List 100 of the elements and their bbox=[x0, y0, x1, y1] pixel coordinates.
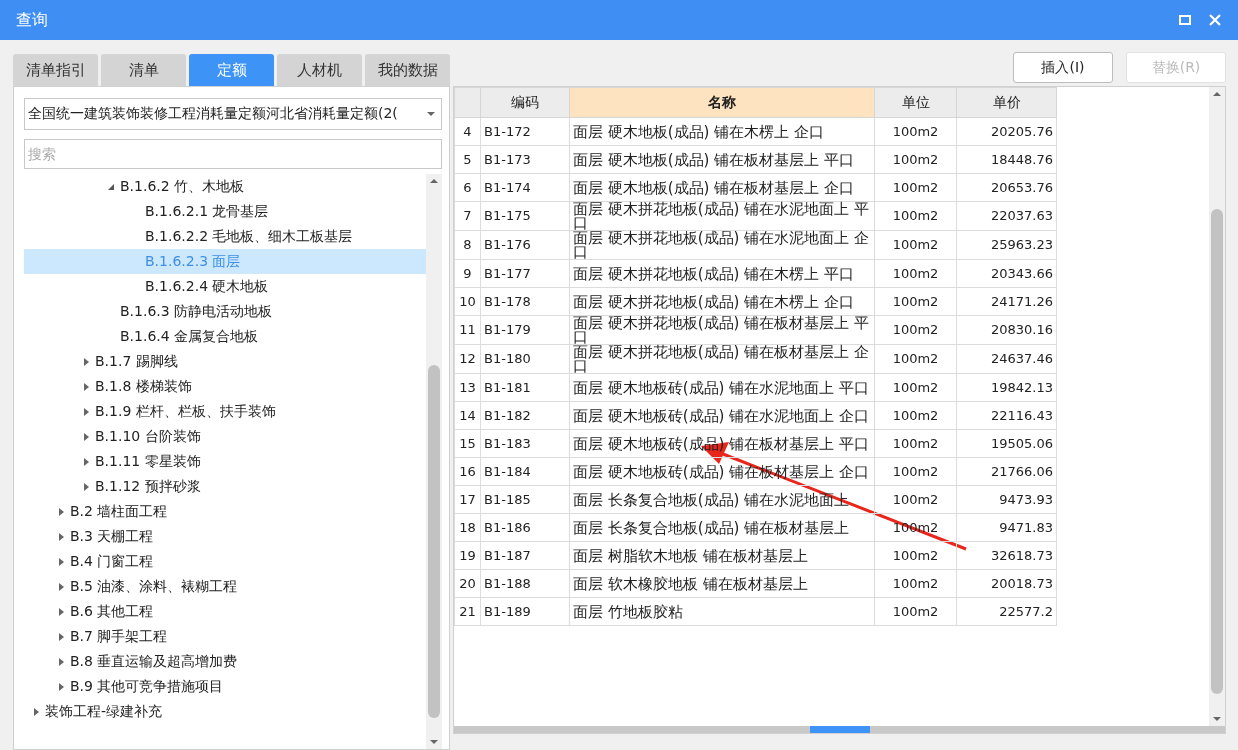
code-cell: B1-177 bbox=[480, 259, 570, 288]
price-cell: 22037.63 bbox=[956, 201, 1057, 231]
code-cell: B1-172 bbox=[480, 117, 570, 146]
expand-icon bbox=[82, 457, 90, 466]
code-cell: B1-186 bbox=[480, 513, 570, 542]
expand-icon bbox=[82, 407, 90, 416]
price-cell: 20018.73 bbox=[956, 569, 1057, 598]
unit-cell: 100m2 bbox=[874, 597, 957, 626]
code-cell: B1-173 bbox=[480, 145, 570, 174]
tree-item[interactable]: B.9 其他可竞争措施项目 bbox=[24, 674, 426, 699]
row-number: 18 bbox=[454, 513, 481, 542]
row-number: 4 bbox=[454, 117, 481, 146]
row-number: 8 bbox=[454, 230, 481, 260]
tree-item[interactable]: B.1.6.2.1 龙骨基层 bbox=[24, 199, 426, 224]
tab[interactable]: 人材机 bbox=[277, 54, 362, 86]
tree-item[interactable]: 装饰工程-绿建补充 bbox=[24, 699, 426, 724]
price-cell: 20205.76 bbox=[956, 117, 1057, 146]
expand-icon bbox=[82, 432, 90, 441]
name-cell: 面层 硬木拼花地板(成品) 铺在水泥地面上 平口 bbox=[569, 201, 875, 231]
price-cell: 20653.76 bbox=[956, 173, 1057, 202]
price-cell: 32618.73 bbox=[956, 541, 1057, 570]
tree-item[interactable]: B.3 天棚工程 bbox=[24, 524, 426, 549]
tree-item[interactable]: B.1.6.2.4 硬木地板 bbox=[24, 274, 426, 299]
row-number: 5 bbox=[454, 145, 481, 174]
code-cell: B1-175 bbox=[480, 201, 570, 231]
expand-icon bbox=[82, 357, 90, 366]
search-field[interactable]: 搜索 bbox=[24, 139, 442, 169]
scroll-down-icon bbox=[1213, 715, 1221, 723]
name-cell: 面层 软木橡胶地板 铺在板材基层上 bbox=[569, 569, 875, 598]
unit-cell: 100m2 bbox=[874, 201, 957, 231]
row-number: 10 bbox=[454, 287, 481, 316]
column-header[interactable]: 编码 bbox=[480, 87, 570, 118]
row-number: 17 bbox=[454, 485, 481, 514]
scroll-up-icon bbox=[430, 177, 438, 185]
unit-cell: 100m2 bbox=[874, 401, 957, 430]
code-cell: B1-181 bbox=[480, 373, 570, 402]
name-cell: 面层 长条复合地板(成品) 铺在板材基层上 bbox=[569, 513, 875, 542]
scroll-up-icon bbox=[1213, 90, 1221, 98]
row-number: 11 bbox=[454, 315, 481, 345]
unit-cell: 100m2 bbox=[874, 569, 957, 598]
tree-item[interactable]: B.1.10 台阶装饰 bbox=[24, 424, 426, 449]
price-cell: 25963.23 bbox=[956, 230, 1057, 260]
tree-item[interactable]: B.1.11 零星装饰 bbox=[24, 449, 426, 474]
scroll-down-icon bbox=[430, 738, 438, 746]
tree-item[interactable]: B.1.9 栏杆、栏板、扶手装饰 bbox=[24, 399, 426, 424]
row-number: 19 bbox=[454, 541, 481, 570]
row-number: 15 bbox=[454, 429, 481, 458]
unit-cell: 100m2 bbox=[874, 259, 957, 288]
tree-item[interactable]: B.6 其他工程 bbox=[24, 599, 426, 624]
expand-icon bbox=[82, 482, 90, 491]
price-cell: 22116.43 bbox=[956, 401, 1057, 430]
row-number: 7 bbox=[454, 201, 481, 231]
expand-icon bbox=[57, 657, 65, 666]
unit-cell: 100m2 bbox=[874, 485, 957, 514]
column-header[interactable]: 单位 bbox=[874, 87, 957, 118]
unit-cell: 100m2 bbox=[874, 230, 957, 260]
tree-item[interactable]: B.8 垂直运输及超高增加费 bbox=[24, 649, 426, 674]
tree-item[interactable]: B.5 油漆、涂料、裱糊工程 bbox=[24, 574, 426, 599]
unit-cell: 100m2 bbox=[874, 287, 957, 316]
expand-icon bbox=[57, 632, 65, 641]
expand-icon bbox=[57, 582, 65, 591]
tree-item[interactable]: B.1.8 楼梯装饰 bbox=[24, 374, 426, 399]
tree-item[interactable]: B.1.6.4 金属复合地板 bbox=[24, 324, 426, 349]
code-cell: B1-178 bbox=[480, 287, 570, 316]
name-cell: 面层 竹地板胶粘 bbox=[569, 597, 875, 626]
price-cell: 9473.93 bbox=[956, 485, 1057, 514]
tree-item[interactable]: B.4 门窗工程 bbox=[24, 549, 426, 574]
tree-item[interactable]: B.2 墙柱面工程 bbox=[24, 499, 426, 524]
tree-item[interactable]: B.1.6.3 防静电活动地板 bbox=[24, 299, 426, 324]
code-cell: B1-174 bbox=[480, 173, 570, 202]
unit-cell: 100m2 bbox=[874, 315, 957, 345]
name-cell: 面层 硬木拼花地板(成品) 铺在木楞上 平口 bbox=[569, 259, 875, 288]
tab[interactable]: 我的数据 bbox=[365, 54, 450, 86]
action-button[interactable]: 插入(I) bbox=[1013, 52, 1113, 83]
tree-item[interactable]: B.1.7 踢脚线 bbox=[24, 349, 426, 374]
name-cell: 面层 硬木拼花地板(成品) 铺在板材基层上 平口 bbox=[569, 315, 875, 345]
scrollbar[interactable] bbox=[1209, 87, 1225, 726]
tab[interactable]: 清单 bbox=[101, 54, 186, 86]
horizontal-scrollbar[interactable] bbox=[454, 726, 1225, 733]
scrollbar[interactable] bbox=[426, 174, 442, 749]
tree-item[interactable]: B.7 脚手架工程 bbox=[24, 624, 426, 649]
expand-icon bbox=[57, 507, 65, 516]
price-cell: 24637.46 bbox=[956, 344, 1057, 374]
tab[interactable]: 清单指引 bbox=[13, 54, 98, 86]
price-cell: 21766.06 bbox=[956, 457, 1057, 486]
row-number: 6 bbox=[454, 173, 481, 202]
row-number: 21 bbox=[454, 597, 481, 626]
name-cell: 面层 硬木拼花地板(成品) 铺在板材基层上 企口 bbox=[569, 344, 875, 374]
column-header[interactable]: 单价 bbox=[956, 87, 1057, 118]
price-cell: 20343.66 bbox=[956, 259, 1057, 288]
name-cell: 面层 硬木拼花地板(成品) 铺在水泥地面上 企口 bbox=[569, 230, 875, 260]
code-cell: B1-185 bbox=[480, 485, 570, 514]
tree-item[interactable]: B.1.12 预拌砂浆 bbox=[24, 474, 426, 499]
row-number: 16 bbox=[454, 457, 481, 486]
unit-cell: 100m2 bbox=[874, 373, 957, 402]
column-header[interactable]: 名称 bbox=[569, 87, 875, 118]
price-cell: 19842.13 bbox=[956, 373, 1057, 402]
tree-item[interactable]: B.1.6.2 竹、木地板 bbox=[24, 174, 426, 199]
tree-item[interactable]: B.1.6.2.2 毛地板、细木工板基层 bbox=[24, 224, 426, 249]
library-dropdown[interactable]: 全国统一建筑装饰装修工程消耗量定额河北省消耗量定额(2( bbox=[24, 98, 442, 130]
